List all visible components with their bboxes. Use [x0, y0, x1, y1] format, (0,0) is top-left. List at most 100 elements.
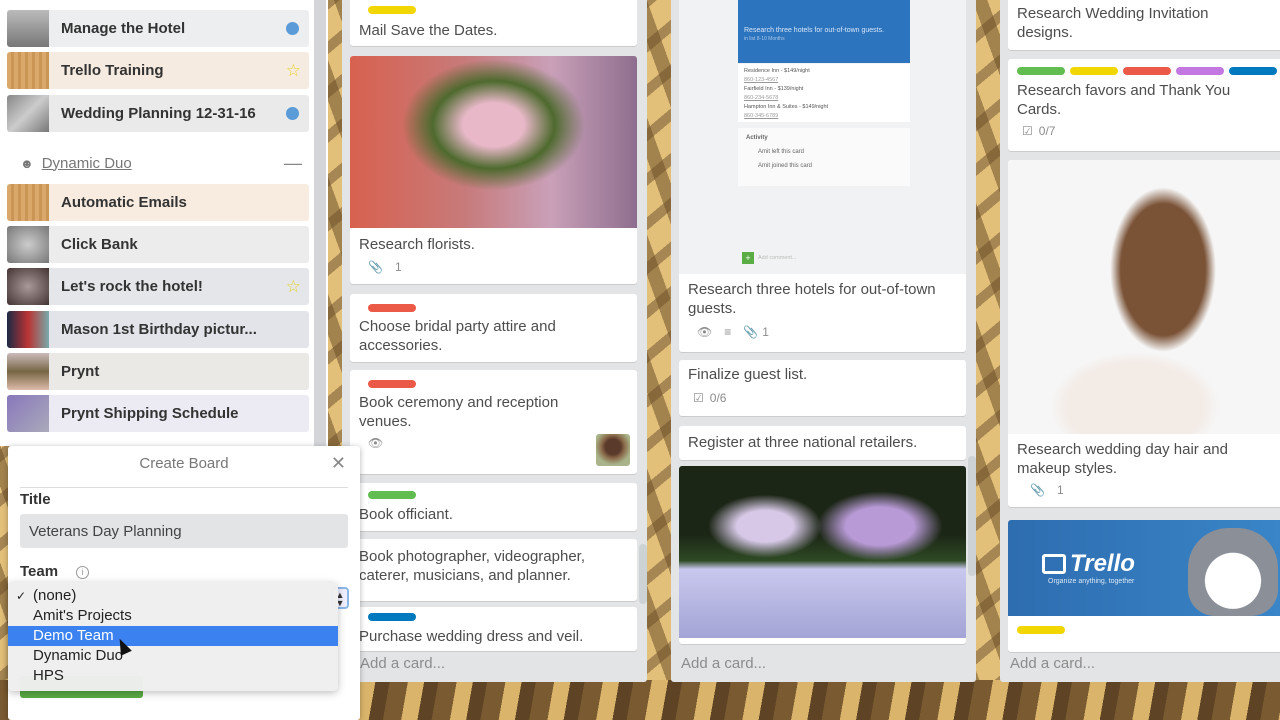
- card-label-yellow: [1017, 626, 1065, 634]
- team-option-demo-team[interactable]: Demo Team: [8, 626, 338, 646]
- team-label: Team: [20, 563, 59, 580]
- popover-title: Create Board: [139, 455, 229, 472]
- list-2: Research three hotels for out-of-town gu…: [671, 0, 976, 682]
- card-favors-thank-you[interactable]: Research favors and Thank You Cards. ☑ 0/…: [1008, 59, 1280, 151]
- phone-card-subtitle: in list 8-10 Months: [744, 36, 785, 42]
- checklist-count: 0/6: [709, 391, 727, 405]
- board-thumbnail: [7, 353, 49, 390]
- phone-add-comment: + Add comment...: [738, 251, 910, 265]
- close-icon[interactable]: ✕: [331, 453, 346, 474]
- sidebar-board-automatic-emails[interactable]: Automatic Emails: [7, 184, 309, 221]
- card-label-blue: [368, 613, 416, 621]
- checkmark-icon: ✓: [16, 589, 27, 603]
- card-title: Register at three national retailers.: [688, 434, 918, 451]
- list-scrollbar[interactable]: [639, 544, 647, 604]
- plus-icon: +: [742, 252, 754, 264]
- board-title-input[interactable]: [20, 514, 348, 548]
- card-label-blue: [1229, 67, 1277, 75]
- phone-card-title: Research three hotels for out-of-town gu…: [744, 27, 885, 34]
- checklist-badge: ☑ 0/7: [1022, 124, 1055, 138]
- paperclip-icon: 📎: [368, 260, 383, 274]
- hotel-phone: 860-123-4567: [744, 77, 779, 83]
- card-centerpiece[interactable]: [679, 466, 966, 644]
- card-label-yellow: [1070, 67, 1118, 75]
- trello-board-icon: [1042, 554, 1066, 574]
- attachment-count: 1: [394, 260, 402, 274]
- card-purchase-dress[interactable]: Purchase wedding dress and veil.: [350, 607, 637, 651]
- card-mail-save-the-dates[interactable]: Mail Save the Dates.: [350, 0, 637, 46]
- card-trello-banner[interactable]: Trello Organize anything, together: [1008, 520, 1280, 652]
- minus-icon[interactable]: —: [284, 153, 302, 174]
- card-book-venues[interactable]: Book ceremony and reception venues. 👁: [350, 370, 637, 474]
- card-invitation-designs[interactable]: Research Wedding Invitation designs.: [1008, 0, 1280, 50]
- trello-banner: Trello Organize anything, together: [1008, 520, 1280, 616]
- card-research-hotels[interactable]: Research three hotels for out-of-town gu…: [679, 0, 966, 352]
- card-research-florists[interactable]: Research florists. 📎 1: [350, 56, 637, 284]
- card-title: Book photographer, videographer, caterer…: [359, 548, 586, 584]
- add-card-link[interactable]: Add a card...: [1010, 655, 1095, 672]
- card-book-officiant[interactable]: Book officiant.: [350, 483, 637, 531]
- sidebar-board-prynt[interactable]: Prynt: [7, 353, 309, 390]
- board-label: Trello Training: [61, 62, 164, 79]
- sidebar-board-wedding-planning[interactable]: Wedding Planning 12-31-16: [7, 95, 309, 132]
- card-hair-makeup[interactable]: Research wedding day hair and makeup sty…: [1008, 160, 1280, 507]
- divider: [20, 487, 348, 488]
- card-label-red: [368, 380, 416, 388]
- card-bridal-party-attire[interactable]: Choose bridal party attire and accessori…: [350, 294, 637, 362]
- card-title: Purchase wedding dress and veil.: [359, 628, 584, 645]
- card-title: Book ceremony and reception venues.: [359, 394, 559, 430]
- sidebar-scrollbar[interactable]: [314, 0, 326, 446]
- board-thumbnail: [7, 10, 49, 47]
- attachment-count: 1: [1056, 483, 1064, 497]
- description-icon: ≡: [724, 325, 732, 339]
- watching-icon: 👁: [368, 436, 384, 450]
- list-scrollbar[interactable]: [968, 456, 976, 576]
- card-book-photographer[interactable]: Book photographer, videographer, caterer…: [350, 539, 637, 601]
- card-badges: 👁 ≡ 📎 1: [697, 325, 769, 339]
- sidebar-board-lets-rock-the-hotel[interactable]: Let's rock the hotel! ☆: [7, 268, 309, 305]
- card-label-red: [1123, 67, 1171, 75]
- sidebar-board-trello-training[interactable]: Trello Training ☆: [7, 52, 309, 89]
- star-icon[interactable]: ☆: [286, 62, 301, 79]
- team-option-amits-projects[interactable]: Amit's Projects: [8, 606, 338, 626]
- husky-mascot: [1188, 528, 1278, 616]
- team-option-dynamic-duo[interactable]: Dynamic Duo: [8, 646, 338, 666]
- card-label-green: [368, 491, 416, 499]
- option-label: Dynamic Duo: [33, 647, 124, 664]
- activity-label: Activity: [746, 135, 768, 141]
- member-avatar[interactable]: [596, 434, 630, 466]
- flower-arrangement-photo: [350, 56, 637, 228]
- team-option-none[interactable]: ✓ (none): [8, 586, 338, 606]
- board-thumbnail: [7, 184, 49, 221]
- team-name-link[interactable]: Dynamic Duo: [42, 155, 284, 172]
- sidebar-board-prynt-shipping[interactable]: Prynt Shipping Schedule: [7, 395, 309, 432]
- team-select-dropdown[interactable]: ✓ (none) Amit's Projects Demo Team Dynami…: [8, 582, 338, 691]
- card-finalize-guest-list[interactable]: Finalize guest list. ☑ 0/6: [679, 360, 966, 416]
- trello-wordmark: Trello: [1070, 550, 1135, 577]
- card-register-retailers[interactable]: Register at three national retailers.: [679, 426, 966, 460]
- board-label: Mason 1st Birthday pictur...: [61, 321, 257, 338]
- add-card-link[interactable]: Add a card...: [360, 655, 445, 672]
- card-title: Book officiant.: [359, 506, 453, 523]
- blue-dot-icon: [286, 22, 299, 35]
- card-label-red: [368, 304, 416, 312]
- team-icon: ☻: [20, 155, 34, 171]
- phone-screenshot: Research three hotels for out-of-town gu…: [679, 0, 966, 274]
- sidebar-board-mason-birthday[interactable]: Mason 1st Birthday pictur...: [7, 311, 309, 348]
- add-card-link[interactable]: Add a card...: [681, 655, 766, 672]
- list-1: Mail Save the Dates. Research florists. …: [342, 0, 647, 682]
- phone-card-header: Research three hotels for out-of-town gu…: [738, 0, 910, 63]
- team-option-hps[interactable]: HPS: [8, 666, 338, 686]
- checklist-badge: ☑ 0/6: [693, 391, 726, 405]
- bride-hairstyle-photo: [1008, 160, 1280, 434]
- card-title: Research wedding day hair and makeup sty…: [1017, 441, 1228, 477]
- info-icon[interactable]: i: [76, 566, 89, 579]
- phone-card-description: Residence Inn - $149/night 860-123-4567 …: [738, 64, 910, 122]
- sidebar-board-click-bank[interactable]: Click Bank: [7, 226, 309, 263]
- sidebar-board-manage-the-hotel[interactable]: Manage the Hotel: [7, 10, 309, 47]
- list-3: Research Wedding Invitation designs. Res…: [1000, 0, 1280, 682]
- star-icon[interactable]: ☆: [286, 278, 301, 295]
- trello-logo: Trello: [1042, 550, 1135, 578]
- hotel-line: Residence Inn - $149/night: [744, 68, 810, 74]
- attachment-badge: 📎 1: [368, 260, 402, 274]
